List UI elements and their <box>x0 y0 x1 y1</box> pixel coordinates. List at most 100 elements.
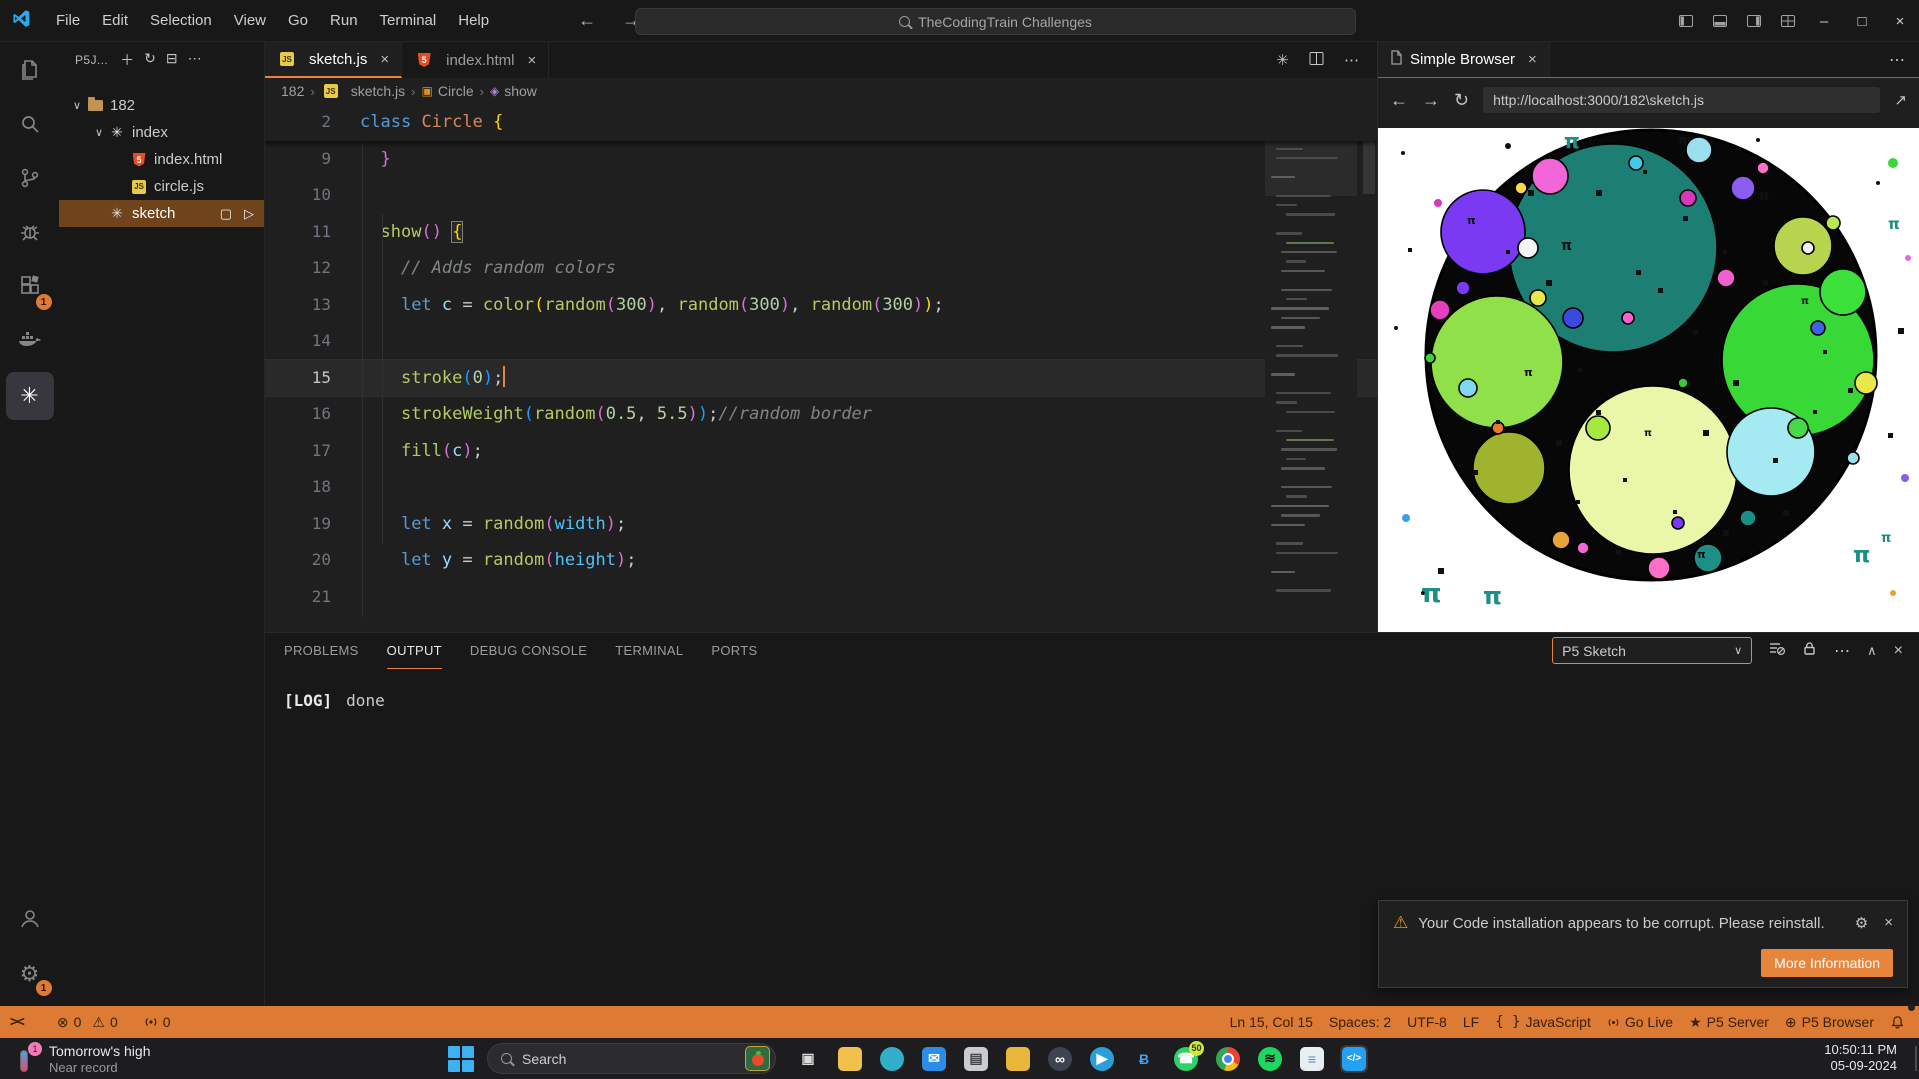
code-editor[interactable]: 2class Circle { 9 }1011 show() {12 // Ad… <box>265 104 1377 632</box>
maximize-panel-icon[interactable]: ∧ <box>1867 643 1877 659</box>
menu-edit[interactable]: Edit <box>91 7 139 35</box>
editor-more-icon[interactable]: ⋯ <box>1344 51 1359 69</box>
browser-forward-icon[interactable]: → <box>1422 90 1440 111</box>
code-line-16[interactable]: 16 strokeWeight(random(0.5, 5.5));//rand… <box>265 396 1377 433</box>
menu-help[interactable]: Help <box>447 7 500 35</box>
menu-view[interactable]: View <box>223 7 277 35</box>
code-line-9[interactable]: 9 } <box>265 141 1377 178</box>
customize-layout-icon[interactable] <box>1771 0 1805 42</box>
activity-settings[interactable]: ⚙1 <box>6 950 54 998</box>
chevron-down-icon[interactable]: ∨ <box>91 126 107 139</box>
command-center-search[interactable]: TheCodingTrain Challenges <box>635 8 1356 35</box>
p5-server-button[interactable]: ★P5 Server <box>1681 1006 1777 1038</box>
close-tab-icon[interactable]: × <box>1528 51 1537 68</box>
tree-item-182[interactable]: ∨182 <box>59 92 264 119</box>
code-line-20[interactable]: 20 let y = random(height); <box>265 542 1377 579</box>
tree-item-index[interactable]: ∨✳index <box>59 119 264 146</box>
close-button[interactable]: × <box>1881 0 1919 42</box>
close-panel-icon[interactable]: × <box>1894 642 1903 660</box>
encoding[interactable]: UTF-8 <box>1399 1006 1455 1038</box>
code-line-19[interactable]: 19 let x = random(width); <box>265 506 1377 543</box>
tree-item-circle-js[interactable]: JScircle.js <box>59 173 264 200</box>
toggle-secondary-sidebar-icon[interactable] <box>1737 0 1771 42</box>
toggle-sidebar-icon[interactable] <box>1669 0 1703 42</box>
notifications-bell[interactable] <box>1882 1006 1913 1038</box>
more-information-button[interactable]: More Information <box>1761 949 1893 977</box>
code-line-12[interactable]: 12 // Adds random colors <box>265 250 1377 287</box>
code-line-17[interactable]: 17 fill(c); <box>265 433 1377 470</box>
ports-status[interactable]: 0 <box>126 1006 179 1038</box>
split-editor-icon[interactable] <box>1309 51 1324 70</box>
more-actions-icon[interactable]: ⋯ <box>188 50 202 70</box>
code-line-14[interactable]: 14 <box>265 323 1377 360</box>
taskbar-app-files-app[interactable] <box>1005 1046 1031 1072</box>
tab-simple-browser[interactable]: Simple Browser × <box>1378 42 1550 77</box>
toggle-panel-icon[interactable] <box>1703 0 1737 42</box>
activity-run-debug[interactable] <box>6 210 54 258</box>
activity-extensions[interactable]: 1 <box>6 264 54 312</box>
maximize-button[interactable]: □ <box>1843 0 1881 42</box>
collapse-all-icon[interactable]: ⊟ <box>166 50 178 70</box>
menu-file[interactable]: File <box>45 7 91 35</box>
url-input[interactable]: http://localhost:3000/182\sketch.js <box>1483 87 1880 113</box>
panel-tab-terminal[interactable]: TERMINAL <box>615 633 683 669</box>
taskbar-app-task-view[interactable]: ▣ <box>795 1046 821 1072</box>
code-line-11[interactable]: 11 show() { <box>265 214 1377 251</box>
breadcrumb-sketch-js[interactable]: JSsketch.js <box>321 83 405 99</box>
taskbar-app-notepad[interactable]: ≡ <box>1299 1046 1325 1072</box>
taskbar-app-edge-browser[interactable] <box>879 1046 905 1072</box>
browser-back-icon[interactable]: ← <box>1390 90 1408 111</box>
panel-tab-output[interactable]: OUTPUT <box>387 633 442 669</box>
activity-search[interactable] <box>6 102 54 150</box>
problems-status[interactable]: ⊗0 ⚠0 <box>33 1006 126 1038</box>
panel-more-icon[interactable]: ⋯ <box>1834 641 1850 661</box>
run-icon[interactable]: ▷ <box>244 206 254 222</box>
p5-sketch-canvas[interactable]: ππππππππππππππ <box>1378 128 1919 632</box>
new-file-icon[interactable]: ＋ <box>120 50 134 70</box>
taskbar-app-file-explorer[interactable] <box>837 1046 863 1072</box>
browser-more-icon[interactable]: ⋯ <box>1889 50 1905 70</box>
code-line-10[interactable]: 10 <box>265 177 1377 214</box>
taskbar-search[interactable]: Search <box>487 1043 776 1074</box>
activity-docker[interactable] <box>6 318 54 366</box>
breadcrumb-182[interactable]: 182 <box>281 83 304 99</box>
go-live-button[interactable]: Go Live <box>1599 1006 1681 1038</box>
breadcrumb-show[interactable]: ◈show <box>490 83 537 99</box>
taskbar-app-discord[interactable]: ∞ <box>1047 1046 1073 1072</box>
close-tab-icon[interactable]: × <box>528 52 537 69</box>
menu-run[interactable]: Run <box>319 7 369 35</box>
taskbar-app-whatsapp[interactable]: ☎50 <box>1173 1046 1199 1072</box>
activity-source-control[interactable] <box>6 156 54 204</box>
taskbar-app-mail[interactable]: ✉ <box>921 1046 947 1072</box>
tab-index-html[interactable]: 5index.html× <box>402 42 549 78</box>
taskbar-app-chrome[interactable] <box>1215 1046 1241 1072</box>
breadcrumb[interactable]: 182›JSsketch.js›▣Circle›◈show <box>265 78 1377 104</box>
remote-indicator[interactable]: >< <box>0 1006 33 1038</box>
lock-autoscroll-icon[interactable] <box>1802 641 1817 661</box>
code-line-2[interactable]: 2class Circle { <box>265 104 1377 141</box>
activity-accounts[interactable] <box>6 896 54 944</box>
open-external-icon[interactable]: ↗ <box>1894 91 1907 109</box>
browser-reload-icon[interactable]: ↻ <box>1454 90 1469 111</box>
language-mode[interactable]: { }JavaScript <box>1487 1006 1599 1038</box>
start-button[interactable] <box>447 1045 475 1073</box>
taskbar-app-telegram[interactable]: ▶ <box>1089 1046 1115 1072</box>
tree-item-sketch[interactable]: ✳sketch▢▷ <box>59 200 264 227</box>
code-line-13[interactable]: 13 let c = color(random(300), random(300… <box>265 287 1377 324</box>
indentation[interactable]: Spaces: 2 <box>1321 1006 1399 1038</box>
nav-back-icon[interactable]: ← <box>578 10 596 31</box>
show-desktop-button[interactable] <box>1915 1046 1917 1071</box>
panel-tab-problems[interactable]: PROBLEMS <box>284 633 359 669</box>
menu-terminal[interactable]: Terminal <box>369 7 448 35</box>
notification-close-icon[interactable]: × <box>1884 914 1893 932</box>
menu-go[interactable]: Go <box>277 7 319 35</box>
chevron-down-icon[interactable]: ∨ <box>69 99 85 112</box>
taskbar-clock[interactable]: 10:50:11 PM 05-09-2024 <box>1824 1042 1897 1074</box>
taskbar-app-spotify[interactable]: ≋ <box>1257 1046 1283 1072</box>
open-file-icon[interactable]: ▢ <box>220 206 232 222</box>
close-tab-icon[interactable]: × <box>380 51 389 68</box>
clear-output-icon[interactable] <box>1769 640 1785 661</box>
weather-widget[interactable]: 1 Tomorrow's high Near record <box>0 1043 260 1075</box>
menu-selection[interactable]: Selection <box>139 7 223 35</box>
code-line-21[interactable]: 21 <box>265 579 1377 616</box>
